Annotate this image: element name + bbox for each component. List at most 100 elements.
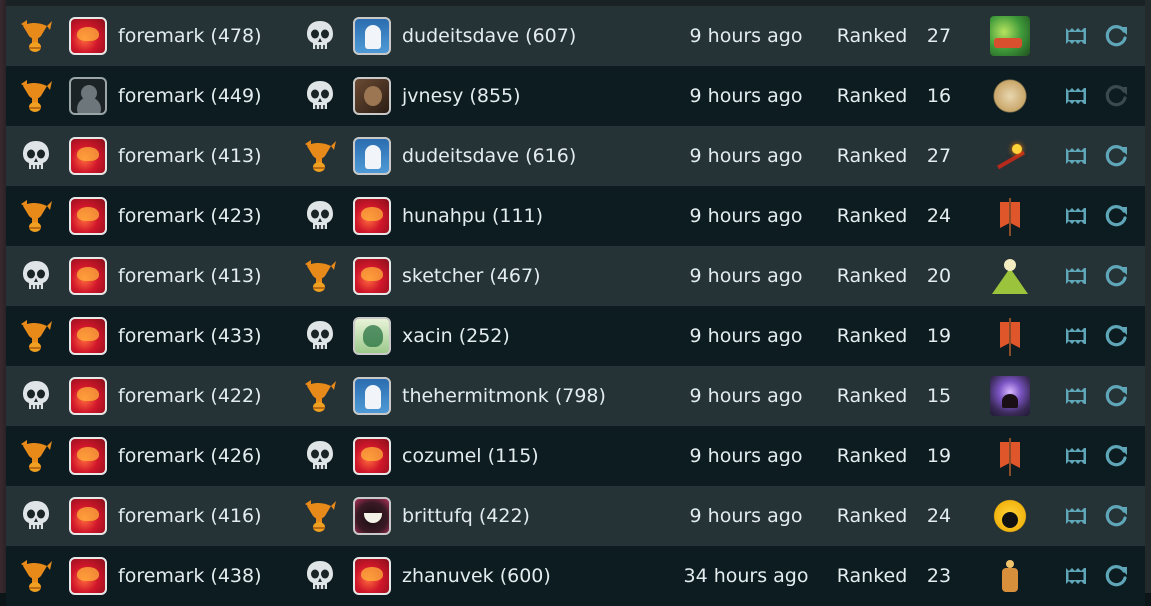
match-time: 34 hours ago [683,565,809,587]
rematch-button[interactable] [1098,186,1134,246]
arrow-emblem-icon [990,136,1030,176]
p2-avatar[interactable] [352,426,392,486]
p1-avatar[interactable] [68,486,108,546]
match-mode: Ranked [836,325,908,347]
p2-name[interactable]: jvnesy (855) [402,66,672,126]
p1-name[interactable]: foremark (426) [118,426,298,486]
p1-avatar[interactable] [68,246,108,306]
watch-replay-icon [1066,268,1086,284]
p2-avatar[interactable] [352,66,392,126]
skull-icon [23,381,49,409]
watch-replay-icon [1066,508,1086,524]
p2-avatar[interactable] [352,186,392,246]
p1-name[interactable]: foremark (449) [118,66,298,126]
p1-avatar[interactable] [68,366,108,426]
p2-result [300,6,340,66]
skull-icon [23,141,49,169]
rematch-button[interactable] [1098,306,1134,366]
match-time: 9 hours ago [689,145,803,167]
p1-name[interactable]: foremark (478) [118,6,298,66]
dragon-avatar-icon [69,17,107,55]
watch-replay-button[interactable] [1058,246,1094,306]
p2-avatar[interactable] [352,246,392,306]
watch-replay-icon [1066,568,1086,584]
p1-result [16,426,56,486]
match-time: 9 hours ago [689,445,803,467]
p2-avatar[interactable] [352,546,392,606]
watch-replay-button[interactable] [1058,186,1094,246]
p1-avatar[interactable] [68,126,108,186]
p2-avatar[interactable] [352,366,392,426]
p1-name[interactable]: foremark (416) [118,486,298,546]
watch-replay-button[interactable] [1058,546,1094,606]
p1-name[interactable]: foremark (433) [118,306,298,366]
p1-avatar[interactable] [68,546,108,606]
watch-replay-icon [1066,448,1086,464]
dragon-avatar-icon [69,137,107,175]
watch-replay-button[interactable] [1058,66,1094,126]
match-row: foremark (422) thehermitmonk (798) 9 hou… [6,366,1145,426]
p1-name[interactable]: foremark (422) [118,366,298,426]
rematch-icon [1105,445,1127,467]
watch-replay-icon [1066,28,1086,44]
p1-name[interactable]: foremark (438) [118,546,298,606]
p1-name[interactable]: foremark (423) [118,186,298,246]
p1-result [16,306,56,366]
watch-replay-button[interactable] [1058,6,1094,66]
hood-emblem-icon [990,376,1030,416]
rematch-button[interactable] [1098,126,1134,186]
rematch-button[interactable] [1098,246,1134,306]
p2-avatar[interactable] [352,486,392,546]
turn-count: 23 [926,565,952,587]
trophy-icon [21,560,52,592]
p2-name[interactable]: brittufq (422) [402,486,672,546]
rematch-button[interactable] [1098,366,1134,426]
match-history-list: foremark (478) dudeitsdave (607) 9 hours… [6,6,1145,606]
watch-replay-button[interactable] [1058,366,1094,426]
p2-name[interactable]: thehermitmonk (798) [402,366,672,426]
watch-replay-button[interactable] [1058,486,1094,546]
p2-name[interactable]: cozumel (115) [402,426,672,486]
match-mode: Ranked [836,85,908,107]
p2-name[interactable]: xacin (252) [402,306,672,366]
p2-avatar[interactable] [352,6,392,66]
p2-name[interactable]: sketcher (467) [402,246,672,306]
banner-emblem-icon [990,316,1030,356]
p1-result [16,66,56,126]
match-mode: Ranked [836,145,908,167]
match-time: 9 hours ago [689,205,803,227]
faction-emblem [988,186,1032,246]
rematch-button[interactable] [1098,486,1134,546]
rematch-icon [1105,325,1127,347]
match-row: foremark (478) dudeitsdave (607) 9 hours… [6,6,1145,66]
p2-avatar[interactable] [352,306,392,366]
match-row: foremark (438) zhanuvek (600) 34 hours a… [6,546,1145,606]
monster-avatar-icon [353,497,391,535]
p2-result [300,186,340,246]
p1-avatar[interactable] [68,66,108,126]
p1-avatar[interactable] [68,426,108,486]
p1-name[interactable]: foremark (413) [118,126,298,186]
rematch-button[interactable] [1098,426,1134,486]
p2-name[interactable]: dudeitsdave (607) [402,6,672,66]
match-row: foremark (413) sketcher (467) 9 hours ag… [6,246,1145,306]
p2-name[interactable]: zhanuvek (600) [402,546,672,606]
p1-avatar[interactable] [68,6,108,66]
watch-replay-button[interactable] [1058,426,1094,486]
rematch-button[interactable] [1098,6,1134,66]
p2-avatar[interactable] [352,126,392,186]
watch-replay-button[interactable] [1058,126,1094,186]
dragon-avatar-icon [353,257,391,295]
p2-name[interactable]: dudeitsdave (616) [402,126,672,186]
p1-name[interactable]: foremark (413) [118,246,298,306]
p2-name[interactable]: hunahpu (111) [402,186,672,246]
dragon-avatar-icon [69,497,107,535]
rematch-button[interactable] [1098,66,1134,126]
p1-avatar[interactable] [68,186,108,246]
p1-avatar[interactable] [68,306,108,366]
turn-count: 19 [926,325,952,347]
watch-replay-button[interactable] [1058,306,1094,366]
match-time: 9 hours ago [689,85,803,107]
p2-result [300,306,340,366]
rematch-button[interactable] [1098,546,1134,606]
